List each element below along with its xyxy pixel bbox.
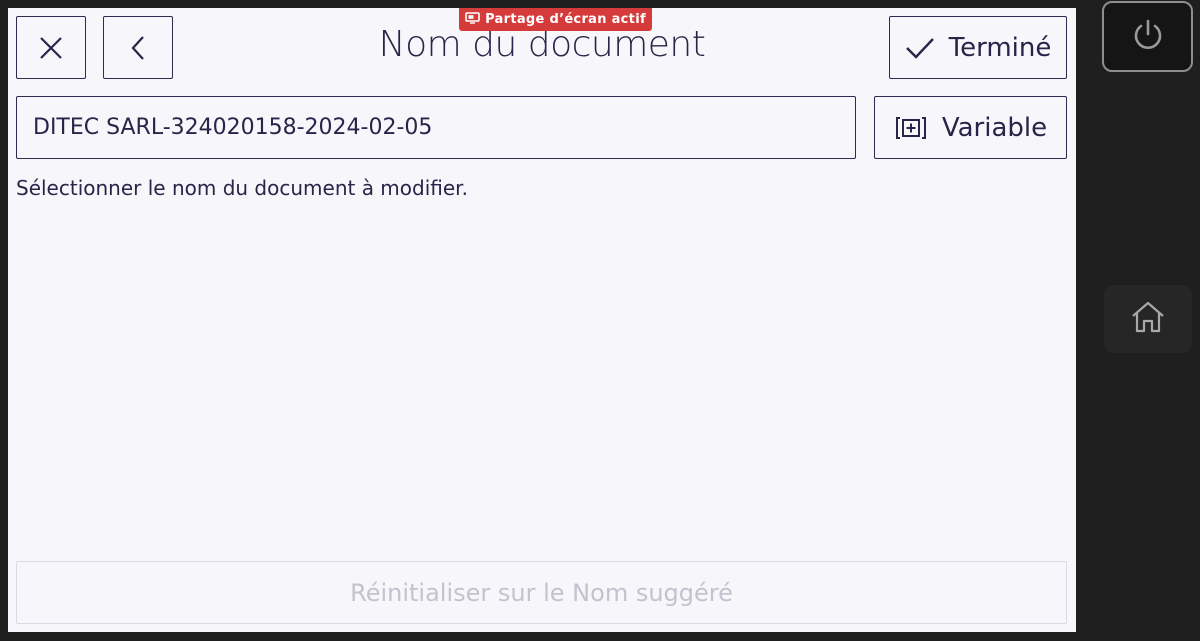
variable-label: Variable (941, 112, 1048, 143)
hint-text: Sélectionner le nom du document à modifi… (16, 176, 468, 200)
screen-share-banner: Partage d’écran actif (459, 8, 652, 31)
reset-suggested-name-button[interactable]: Réinitialiser sur le Nom suggéré (16, 561, 1067, 624)
add-variable-icon (894, 115, 928, 141)
close-icon (38, 35, 64, 61)
power-icon (1130, 17, 1166, 57)
device-bezel: Nom du document Terminé Variable (0, 0, 1200, 641)
variable-button[interactable]: Variable (874, 96, 1067, 159)
back-button[interactable] (103, 16, 173, 79)
close-button[interactable] (16, 16, 86, 79)
screen: Nom du document Terminé Variable (8, 8, 1076, 632)
home-button[interactable] (1104, 285, 1192, 353)
reset-label: Réinitialiser sur le Nom suggéré (350, 578, 733, 607)
done-button[interactable]: Terminé (889, 16, 1067, 79)
chevron-left-icon (128, 34, 148, 62)
screen-share-icon (465, 11, 480, 28)
home-icon (1130, 300, 1166, 338)
power-button[interactable] (1102, 1, 1193, 72)
done-label: Terminé (948, 32, 1052, 63)
checkmark-icon (905, 36, 935, 60)
document-name-input[interactable] (16, 96, 856, 159)
screen-share-label: Partage d’écran actif (485, 12, 646, 27)
